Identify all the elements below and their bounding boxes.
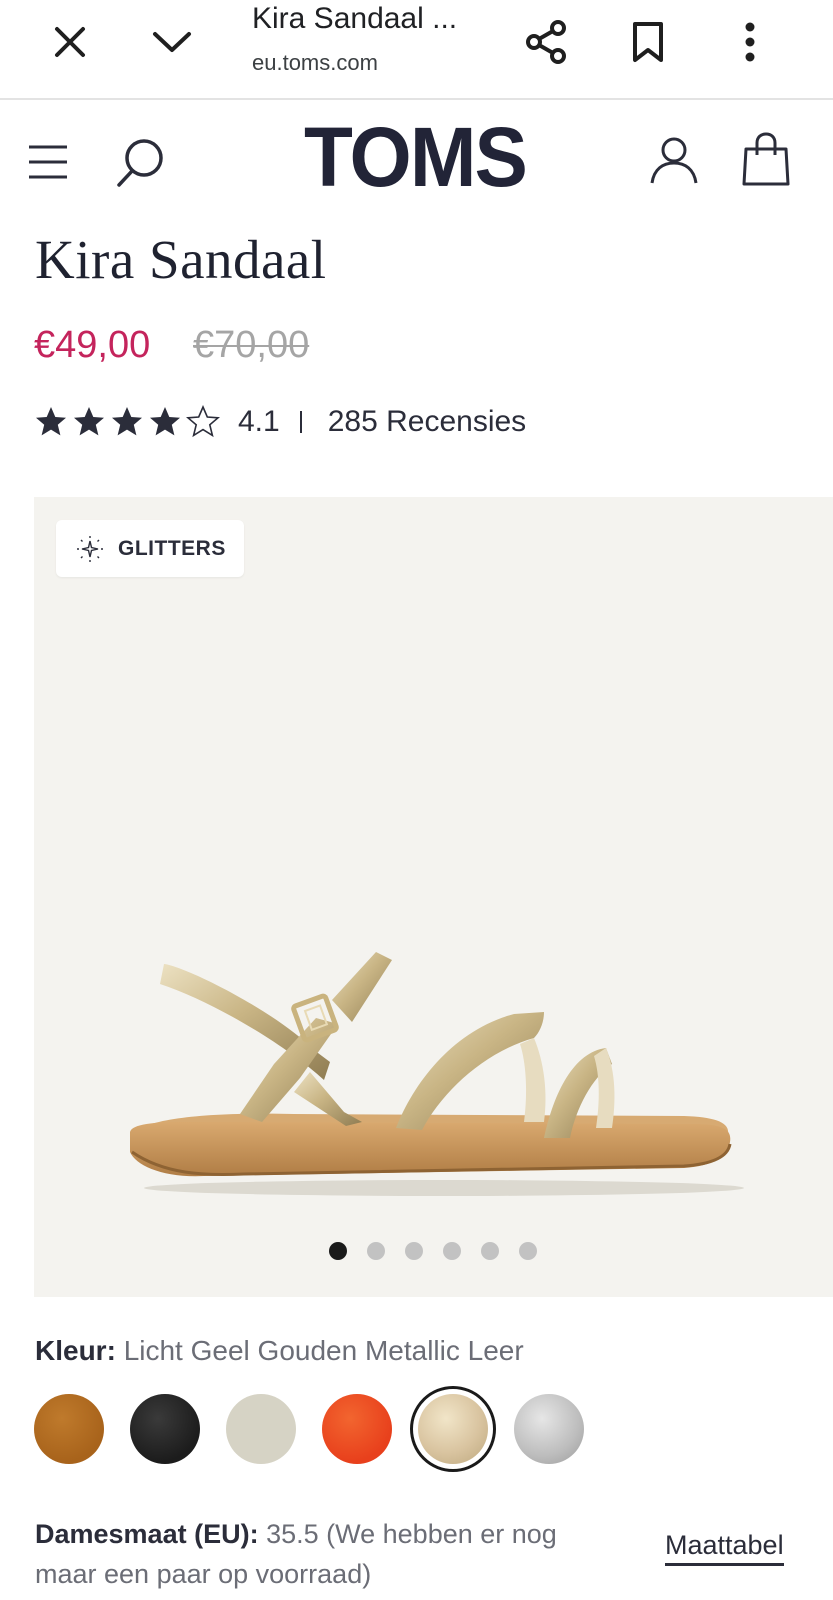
cart-icon[interactable] xyxy=(740,130,792,188)
size-selection: Damesmaat (EU): 35.5 (We hebben er nog m… xyxy=(35,1514,615,1594)
gallery-dot[interactable] xyxy=(367,1242,385,1260)
account-icon[interactable] xyxy=(648,134,700,188)
star-rating xyxy=(34,405,220,439)
chevron-down-icon[interactable] xyxy=(144,14,200,70)
review-count-link[interactable]: 285 Recensies xyxy=(328,405,526,439)
close-icon[interactable] xyxy=(42,14,98,70)
more-vert-icon[interactable] xyxy=(722,14,778,70)
product-title: Kira Sandaal xyxy=(35,229,327,290)
browser-toolbar: Kira Sandaal ... eu.toms.com xyxy=(0,0,833,100)
badge-label: GLITTERS xyxy=(118,536,226,560)
tab-title[interactable]: Kira Sandaal ... xyxy=(252,2,457,36)
glitters-badge: GLITTERS xyxy=(56,520,244,577)
size-label: Damesmaat (EU): xyxy=(35,1519,259,1549)
gallery-dot[interactable] xyxy=(481,1242,499,1260)
star-filled-icon xyxy=(74,407,104,436)
star-filled-icon xyxy=(112,407,142,436)
color-swatch[interactable] xyxy=(514,1394,584,1464)
original-price: €70,00 xyxy=(193,324,310,366)
share-icon[interactable] xyxy=(518,14,574,70)
product-image xyxy=(130,952,744,1196)
search-icon[interactable] xyxy=(112,134,170,192)
product-image-gallery[interactable]: GLITTERS xyxy=(34,497,833,1297)
gallery-pagination[interactable] xyxy=(329,1242,537,1260)
star-filled-icon xyxy=(36,407,66,436)
color-swatch[interactable] xyxy=(418,1394,488,1464)
gallery-dot[interactable] xyxy=(329,1242,347,1260)
gallery-dot[interactable] xyxy=(519,1242,537,1260)
color-swatch[interactable] xyxy=(322,1394,392,1464)
toms-logo[interactable]: TOMS xyxy=(300,110,530,204)
star-filled-icon xyxy=(150,407,180,436)
rating-value: 4.1 xyxy=(238,405,280,438)
gallery-dot[interactable] xyxy=(405,1242,423,1260)
color-value: Licht Geel Gouden Metallic Leer xyxy=(123,1335,524,1366)
rating-row[interactable]: 4.1 285 Recensies xyxy=(34,402,526,442)
star-empty-icon xyxy=(186,405,220,438)
svg-text:TOMS: TOMS xyxy=(304,120,526,200)
divider xyxy=(299,411,302,433)
color-selection: Kleur: Licht Geel Gouden Metallic Leer xyxy=(35,1335,524,1367)
size-chart-link[interactable]: Maattabel xyxy=(665,1530,784,1566)
color-swatch[interactable] xyxy=(226,1394,296,1464)
sparkle-icon xyxy=(77,535,103,562)
gallery-dot[interactable] xyxy=(443,1242,461,1260)
sale-price: €49,00 xyxy=(34,324,151,366)
url-text[interactable]: eu.toms.com xyxy=(252,50,378,76)
bookmark-icon[interactable] xyxy=(620,14,676,70)
color-swatch[interactable] xyxy=(34,1394,104,1464)
menu-icon[interactable] xyxy=(24,138,72,186)
site-header: TOMS xyxy=(0,100,833,222)
color-swatch[interactable] xyxy=(130,1394,200,1464)
color-label: Kleur: xyxy=(35,1335,116,1366)
